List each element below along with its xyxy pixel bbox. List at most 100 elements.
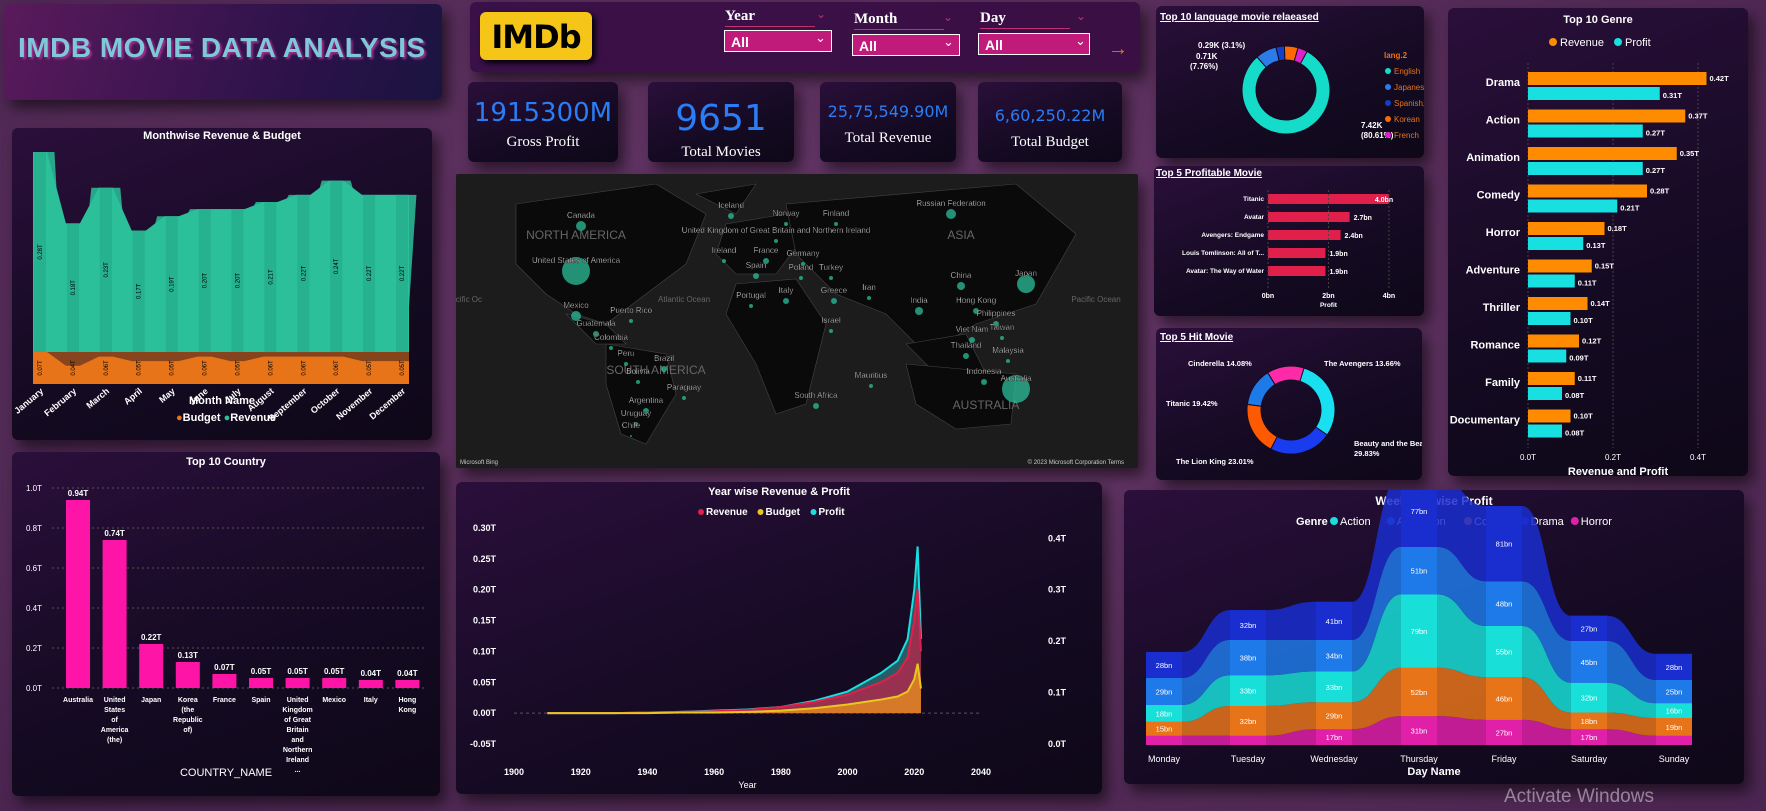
- data-label: 0.20T: [203, 273, 209, 289]
- bar: [139, 644, 164, 688]
- tick-label: France: [213, 697, 236, 704]
- weekday-panel: Week Daywise Profit GenreActionAnimation…: [1124, 490, 1744, 784]
- data-label: 38bn: [1240, 654, 1257, 663]
- data-label: 0.29K (3.1%): [1198, 41, 1245, 50]
- data-label: 29bn: [1156, 688, 1173, 697]
- legend-marker: [1385, 68, 1391, 74]
- data-label: 77bn: [1411, 507, 1428, 516]
- chevron-down-icon[interactable]: ⌄: [943, 10, 953, 24]
- kpi-total-budget: 6,60,250.22M Total Budget: [978, 82, 1122, 162]
- tick-label: Adventure: [1466, 265, 1520, 277]
- country-label: Finland: [823, 209, 849, 218]
- chevron-down-icon: ⌄: [943, 34, 954, 49]
- map-credit: © 2023 Microsoft Corporation Terms: [1027, 460, 1124, 466]
- tick-label: Avatar: The Way of Water: [1186, 268, 1264, 275]
- legend-marker: [810, 509, 817, 515]
- tick-label: Spain: [251, 697, 270, 704]
- activate-windows-watermark: Activate Windows: [1504, 786, 1654, 807]
- country-label: Taiwan: [990, 323, 1015, 332]
- country-label: India: [910, 296, 928, 305]
- tick-label: Action: [1486, 115, 1521, 127]
- country-label: Turkey: [819, 263, 843, 272]
- data-label: 0.27T: [1646, 129, 1666, 138]
- bar: [1528, 184, 1647, 198]
- data-label: 0.08T: [1565, 391, 1585, 400]
- data-label: 0.27T: [1646, 166, 1666, 175]
- country-bubble: [728, 213, 734, 219]
- region-label: ASIA: [947, 228, 974, 242]
- language-chart: 7.42K(80.61%)0.29K (3.1%)0.71K(7.76%)lan…: [1190, 41, 1424, 140]
- tick-label: 0.0T: [26, 684, 42, 693]
- data-label: 0.21T: [1620, 204, 1640, 213]
- bar: [358, 680, 383, 688]
- tick-label: 2000: [838, 767, 858, 777]
- data-label: The Lion King 23.01%: [1176, 457, 1254, 466]
- tick-label: 0.10T: [473, 646, 497, 656]
- bar: [395, 680, 420, 688]
- hit-panel: Top 5 Hit Movie Beauty and the Beast29.8…: [1156, 328, 1422, 480]
- tick-label: Comedy: [1477, 190, 1521, 202]
- data-label: 0.22T: [367, 265, 373, 281]
- hit-chart: Beauty and the Beast29.83% The Lion King …: [1166, 359, 1422, 466]
- data-label: 52bn: [1411, 688, 1428, 697]
- country-label: United Kingdom of Great Britain and Nort…: [682, 226, 871, 235]
- data-label: 0.05T: [287, 667, 308, 676]
- tick-label: United: [104, 697, 126, 704]
- data-label: 0.42T: [1710, 74, 1730, 83]
- yearwise-panel: Year wise Revenue & Profit Revenue Budget…: [456, 482, 1102, 794]
- bar: [1528, 147, 1677, 160]
- world-map[interactable]: NORTH AMERICA ASIASOUTH AMERICAAUSTRALIAA…: [456, 174, 1138, 468]
- arrow-right-icon[interactable]: →: [1108, 38, 1128, 61]
- weekday-chart: GenreActionAnimationComedyDramaHorrorMon…: [1146, 490, 1692, 778]
- country-label: Japan: [1015, 269, 1037, 278]
- data-label: 0.20T: [235, 273, 241, 289]
- data-label: 28bn: [1156, 661, 1173, 670]
- data-label: 0.23T: [104, 262, 110, 278]
- data-label: 0.37T: [1688, 112, 1708, 121]
- legend-item: Profit: [1625, 37, 1651, 49]
- day-slicer[interactable]: All: [978, 33, 1090, 55]
- country-label: Malaysia: [992, 346, 1024, 355]
- data-label: 0.22T: [141, 633, 162, 642]
- country-bubble: [636, 380, 640, 384]
- country-label: Canada: [567, 211, 596, 220]
- bar: [1528, 312, 1571, 325]
- bar: [1528, 387, 1562, 400]
- tick-label: (the): [107, 737, 122, 744]
- data-label: 0.07T: [214, 663, 235, 672]
- legend-marker: [757, 509, 764, 515]
- legend-marker: [1385, 84, 1391, 90]
- data-label: 0.06T: [104, 360, 110, 376]
- bar: [285, 678, 310, 688]
- data-label: 0.21T: [268, 269, 274, 285]
- bar: [1528, 424, 1562, 438]
- data-label: 0.14T: [1591, 299, 1611, 308]
- tick-label: 0.2T: [1048, 636, 1067, 646]
- data-label: 0.24T: [334, 258, 340, 274]
- terms-link[interactable]: Terms: [1108, 460, 1124, 466]
- page-title: IMDB MOVIE DATA ANALYSIS: [18, 32, 426, 63]
- chevron-down-icon[interactable]: ⌄: [1076, 9, 1086, 23]
- legend-marker: [1570, 517, 1579, 525]
- tick-label: 2020: [904, 767, 924, 777]
- tick-label: 0.30T: [473, 523, 497, 533]
- country-bubble: [829, 276, 833, 280]
- data-label: Cinderella 14.08%: [1188, 359, 1252, 368]
- chevron-down-icon[interactable]: ⌄: [816, 7, 826, 21]
- tick-label: Sunday: [1659, 754, 1690, 764]
- country-bubble: [829, 329, 833, 333]
- tick-label: 0.2T: [1605, 453, 1621, 462]
- country-label: Colombia: [594, 333, 628, 342]
- country-bubble: [576, 221, 586, 231]
- data-label: 0.19T: [170, 276, 176, 292]
- map-panel[interactable]: NORTH AMERICA ASIA SOUTH AMERICA AUSTRALIA A…: [456, 174, 1138, 468]
- data-label: 0.12T: [1582, 337, 1602, 346]
- country-bubble: [749, 304, 753, 308]
- data-label: 18bn: [1156, 709, 1173, 718]
- data-label: 29.83%: [1354, 449, 1380, 458]
- tick-label: 1.0T: [26, 484, 42, 493]
- data-label: 15bn: [1156, 725, 1173, 734]
- data-label: The Avengers 13.66%: [1324, 359, 1401, 368]
- donut-slice: [1270, 426, 1328, 455]
- tick-label: 0.0T: [1520, 453, 1536, 462]
